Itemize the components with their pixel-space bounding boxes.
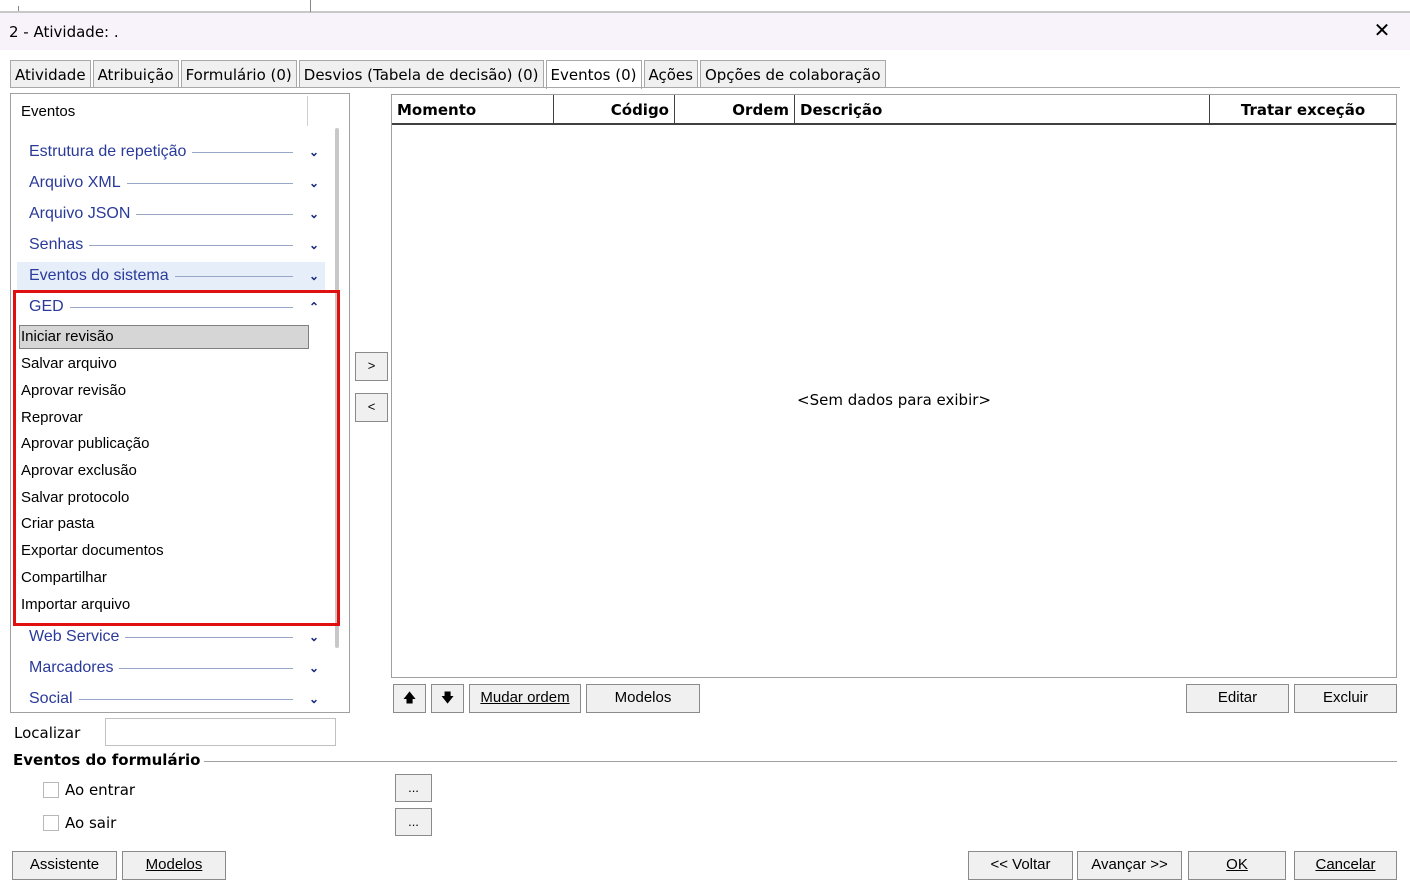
cancel-button[interactable]: Cancelar	[1294, 851, 1397, 880]
divider-line	[125, 636, 293, 638]
tab-atribuicao[interactable]: Atribuição	[92, 60, 179, 88]
group-web-service[interactable]: Web Service ⌄	[17, 623, 325, 651]
tab-atividade[interactable]: Atividade	[10, 60, 91, 88]
tab-opcoes-colaboracao[interactable]: Opções de colaboração	[699, 60, 886, 88]
next-button[interactable]: Avançar >>	[1077, 851, 1182, 880]
group-arquivo-xml[interactable]: Arquivo XML ⌄	[17, 169, 325, 197]
chevron-down-icon[interactable]: ⌄	[303, 176, 325, 190]
wizard-button[interactable]: Assistente	[12, 851, 117, 880]
divider-line	[89, 244, 293, 246]
group-label: Social	[29, 690, 73, 707]
change-order-button[interactable]: Mudar ordem	[469, 684, 581, 713]
form-events-title: Eventos do formulário	[13, 751, 201, 769]
on-enter-row: Ao entrar	[43, 781, 135, 799]
group-label: Eventos do sistema	[29, 267, 169, 284]
group-label: Arquivo XML	[29, 174, 121, 191]
on-enter-label: Ao entrar	[65, 781, 136, 799]
models-button[interactable]: Modelos	[586, 684, 700, 713]
grid-empty-message: <Sem dados para exibir>	[797, 391, 991, 409]
search-input[interactable]	[105, 718, 336, 746]
group-marcadores[interactable]: Marcadores ⌄	[17, 654, 325, 682]
on-enter-ellipsis-button[interactable]: ...	[395, 774, 432, 802]
footer-models-button[interactable]: Modelos	[122, 851, 226, 880]
group-arquivo-json[interactable]: Arquivo JSON ⌄	[17, 200, 325, 228]
group-estrutura-repeticao[interactable]: Estrutura de repetição ⌄	[17, 138, 325, 166]
move-down-button[interactable]: 🡇	[431, 684, 464, 713]
group-social[interactable]: Social ⌄	[17, 685, 325, 712]
group-label: Marcadores	[29, 659, 114, 676]
close-icon[interactable]: ✕	[1370, 18, 1394, 42]
arrow-up-icon: 🡅	[402, 690, 417, 705]
back-button[interactable]: << Voltar	[968, 851, 1073, 880]
remove-event-button[interactable]: <	[355, 393, 388, 422]
divider-line	[78, 698, 293, 700]
group-label: Web Service	[29, 628, 120, 645]
column-tratar-excecao[interactable]: Tratar exceção	[1210, 95, 1396, 125]
on-exit-row: Ao sair	[43, 814, 116, 832]
grid-header: Momento Código Ordem Descrição Tratar ex…	[392, 95, 1396, 125]
chevron-down-icon[interactable]: ⌄	[303, 207, 325, 221]
tab-bar: Atividade Atribuição Formulário (0) Desv…	[10, 60, 888, 89]
divider-line	[126, 182, 293, 184]
section-divider	[204, 761, 1397, 762]
chevron-down-icon[interactable]: ⌄	[303, 238, 325, 252]
events-tree-header: Eventos	[21, 103, 76, 120]
group-label: Estrutura de repetição	[29, 143, 187, 160]
tab-desvios[interactable]: Desvios (Tabela de decisão) (0)	[298, 60, 544, 88]
tab-acoes[interactable]: Ações	[643, 60, 698, 88]
search-label: Localizar	[14, 724, 81, 742]
divider-line	[192, 151, 293, 153]
group-label: Senhas	[29, 236, 84, 253]
tab-divider	[10, 87, 1400, 88]
ok-button[interactable]: OK	[1188, 851, 1286, 880]
divider-line	[119, 667, 293, 669]
ged-highlight-frame	[13, 290, 340, 626]
header-separator	[307, 96, 308, 126]
column-momento[interactable]: Momento	[392, 95, 554, 125]
column-descricao[interactable]: Descrição	[795, 95, 1210, 125]
column-ordem[interactable]: Ordem	[675, 95, 795, 125]
on-exit-ellipsis-button[interactable]: ...	[395, 808, 432, 836]
events-grid: Momento Código Ordem Descrição Tratar ex…	[391, 94, 1397, 678]
window-title: 2 - Atividade: .	[9, 23, 119, 41]
arrow-down-icon: 🡇	[440, 690, 455, 705]
divider-line	[174, 275, 293, 277]
chevron-down-icon[interactable]: ⌄	[303, 269, 325, 283]
chevron-down-icon[interactable]: ⌄	[303, 692, 325, 706]
move-up-button[interactable]: 🡅	[393, 684, 426, 713]
chevron-down-icon[interactable]: ⌄	[303, 145, 325, 159]
group-label: Arquivo JSON	[29, 205, 131, 222]
on-enter-checkbox[interactable]	[43, 782, 59, 798]
on-exit-checkbox[interactable]	[43, 815, 59, 831]
chevron-down-icon[interactable]: ⌄	[303, 661, 325, 675]
on-exit-label: Ao sair	[65, 814, 117, 832]
tab-formulario[interactable]: Formulário (0)	[180, 60, 297, 88]
edit-button[interactable]: Editar	[1186, 684, 1289, 713]
group-senhas[interactable]: Senhas ⌄	[17, 231, 325, 259]
add-event-button[interactable]: >	[355, 352, 388, 381]
tab-eventos[interactable]: Eventos (0)	[545, 60, 642, 89]
delete-button[interactable]: Excluir	[1294, 684, 1397, 713]
divider-line	[136, 213, 293, 215]
column-codigo[interactable]: Código	[554, 95, 675, 125]
group-eventos-sistema[interactable]: Eventos do sistema ⌄	[17, 262, 325, 290]
chevron-down-icon[interactable]: ⌄	[303, 630, 325, 644]
title-bar: 2 - Atividade: . ✕	[0, 12, 1410, 50]
